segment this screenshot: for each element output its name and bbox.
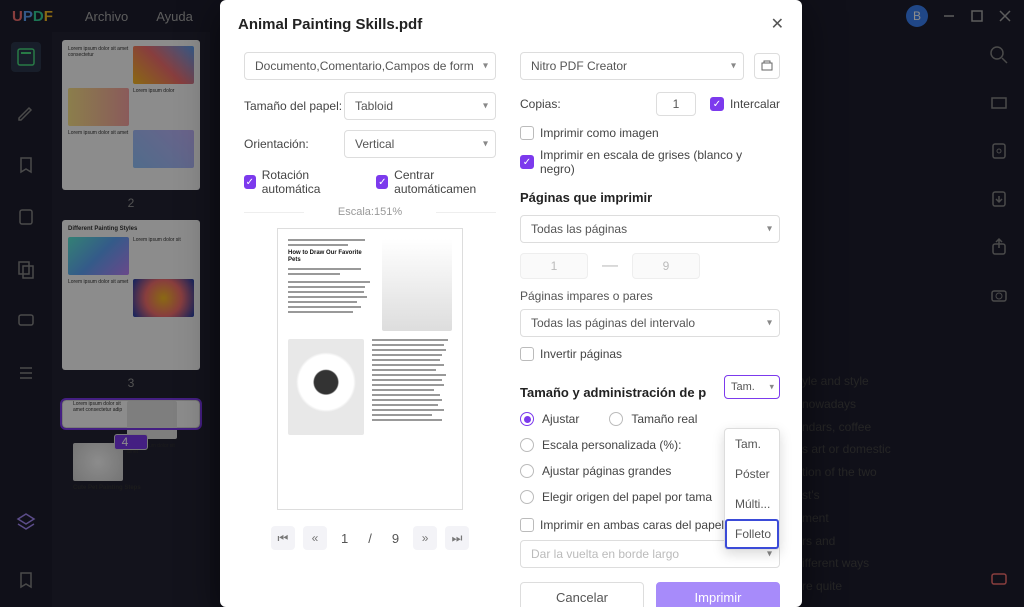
dialog-title: Animal Painting Skills.pdf xyxy=(238,16,422,33)
collate-checkbox[interactable]: ✓Intercalar xyxy=(710,97,780,111)
pages-section-title: Páginas que imprimir xyxy=(520,190,780,205)
actual-size-radio[interactable]: Tamaño real xyxy=(609,412,697,426)
auto-center-checkbox[interactable]: ✓Centrar automáticamen xyxy=(376,168,496,196)
print-scope-select[interactable] xyxy=(244,52,496,80)
oddeven-select[interactable] xyxy=(520,309,780,337)
dropdown-item-folleto[interactable]: Folleto xyxy=(725,519,779,549)
cancel-button[interactable]: Cancelar xyxy=(520,582,644,607)
dropdown-item-poster[interactable]: Póster xyxy=(725,459,779,489)
orientation-select[interactable] xyxy=(344,130,496,158)
invert-pages-checkbox[interactable]: Invertir páginas xyxy=(520,347,780,361)
page-sep: / xyxy=(362,531,378,546)
range-to-input[interactable] xyxy=(632,253,700,279)
close-icon[interactable]: ✕ xyxy=(771,14,784,34)
auto-rotate-checkbox[interactable]: ✓Rotación automática xyxy=(244,168,350,196)
paper-size-label: Tamaño del papel: xyxy=(244,99,344,113)
orientation-label: Orientación: xyxy=(244,137,344,151)
printer-select[interactable] xyxy=(520,52,744,80)
grayscale-checkbox[interactable]: ✓Imprimir en escala de grises (blanco y … xyxy=(520,148,780,176)
next-page-button[interactable]: » xyxy=(413,526,437,550)
print-as-image-checkbox[interactable]: Imprimir como imagen xyxy=(520,126,780,140)
size-mode-dropdown: Tam. Póster Múlti... Folleto xyxy=(724,428,780,550)
page-preview: How to Draw Our Favorite Pets xyxy=(277,228,463,510)
scale-header: Escala:151% xyxy=(244,206,496,218)
page-total: 9 xyxy=(386,531,405,546)
printer-settings-icon[interactable] xyxy=(754,53,780,79)
range-from-input[interactable] xyxy=(520,253,588,279)
first-page-button[interactable]: ⏮ xyxy=(271,526,295,550)
oddeven-label: Páginas impares o pares xyxy=(520,289,780,303)
pages-scope-select[interactable] xyxy=(520,215,780,243)
size-section-title: Tamaño y administración de p xyxy=(520,385,706,400)
page-current: 1 xyxy=(335,531,354,546)
print-dialog: Animal Painting Skills.pdf ✕ Tamaño del … xyxy=(220,0,802,607)
dropdown-item-multi[interactable]: Múlti... xyxy=(725,489,779,519)
fit-radio[interactable]: Ajustar xyxy=(520,412,579,426)
preview-pager: ⏮ « 1 / 9 » ⏭ xyxy=(244,526,496,550)
range-dash: — xyxy=(602,257,618,275)
print-button[interactable]: Imprimir xyxy=(656,582,780,607)
prev-page-button[interactable]: « xyxy=(303,526,327,550)
last-page-button[interactable]: ⏭ xyxy=(445,526,469,550)
dropdown-item-tam[interactable]: Tam. xyxy=(725,429,779,459)
size-mode-select[interactable] xyxy=(724,375,780,399)
copies-input[interactable] xyxy=(656,92,696,116)
paper-size-select[interactable] xyxy=(344,92,496,120)
copies-label: Copias: xyxy=(520,97,576,111)
